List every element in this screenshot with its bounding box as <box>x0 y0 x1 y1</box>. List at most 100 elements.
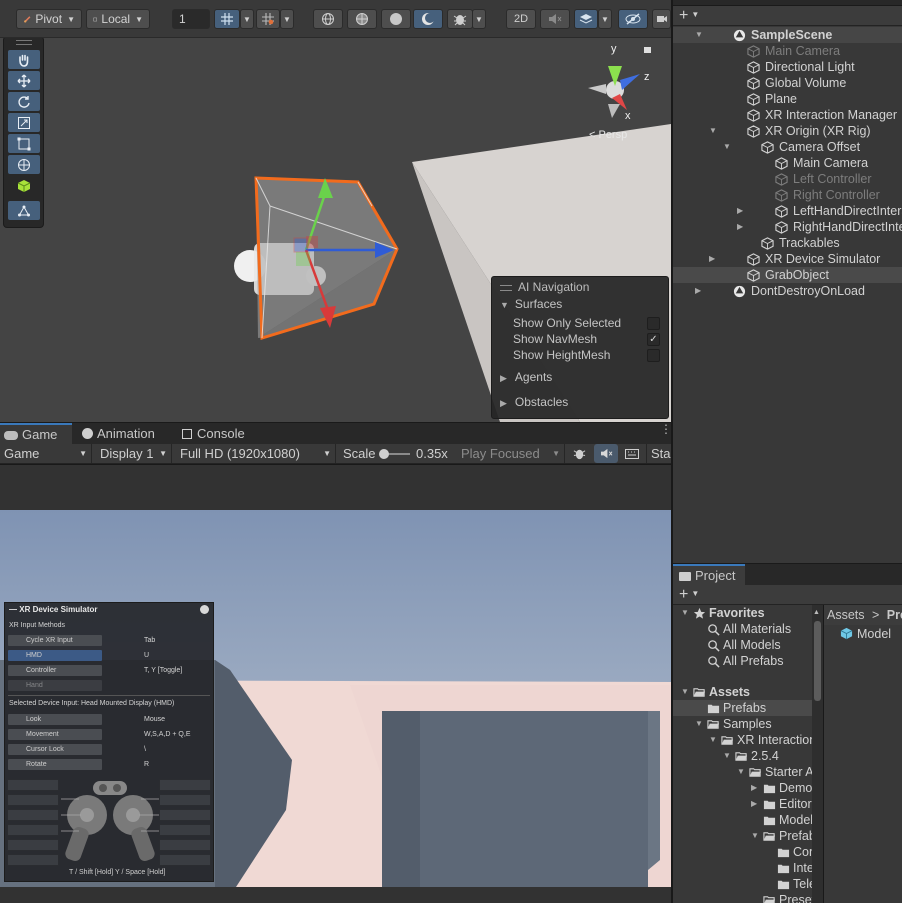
hierarchy-item-main-camera-child[interactable]: Main Camera <box>673 155 902 171</box>
project-tree-scrollbar[interactable]: ▲ <box>812 605 823 903</box>
project-folder-presets[interactable]: Presets <box>673 892 819 903</box>
foldout-collapsed-icon[interactable]: ▶ <box>695 283 701 299</box>
audio-toggle[interactable] <box>540 9 570 29</box>
scale-slider-handle[interactable] <box>379 449 389 459</box>
mode-2d-button[interactable]: 2D <box>506 9 536 29</box>
mute-audio-button[interactable] <box>594 444 618 463</box>
grid-snap-button[interactable] <box>214 9 240 29</box>
hierarchy-item-global-volume[interactable]: Global Volume <box>673 75 902 91</box>
project-folder-prefabs[interactable]: Prefabs <box>673 700 819 716</box>
display-dropdown[interactable]: Display 1 ▼ <box>96 444 172 463</box>
add-object-button[interactable]: + ▼ <box>679 7 699 24</box>
game-view-dropdown[interactable]: Game ▼ <box>0 444 92 463</box>
project-folder-demo-scene-assets[interactable]: ▶DemoSceneAssets <box>673 780 819 796</box>
show-only-selected-option[interactable]: Show Only Selected <box>492 315 668 331</box>
effects-menu[interactable]: ▼ <box>598 9 612 29</box>
hierarchy-panel[interactable]: ▼ SampleScene Main Camera Directional Light… <box>673 26 902 563</box>
foldout-expanded-icon[interactable]: ▼ <box>709 732 717 748</box>
shaded-button[interactable] <box>381 9 411 29</box>
hierarchy-item-main-camera[interactable]: Main Camera <box>673 43 902 59</box>
foldout-expanded-icon[interactable]: ▼ <box>695 27 703 43</box>
hierarchy-item-xr-origin[interactable]: ▼ XR Origin (XR Rig) <box>673 123 902 139</box>
cycle-xr-input-button[interactable]: Cycle XR Input <box>8 635 102 646</box>
project-folder-samples[interactable]: ▼ Samples <box>673 716 819 732</box>
project-folder-tree[interactable]: ▼ Favorites All Materials All Models All Pre… <box>673 605 819 903</box>
project-folder-starter-assets[interactable]: ▼ Starter Assets <box>673 764 819 780</box>
surfaces-foldout[interactable]: ▼ Surfaces <box>492 296 668 312</box>
asset-model[interactable]: Model <box>840 626 891 642</box>
navmesh-tool-button[interactable] <box>8 201 40 220</box>
tab-project[interactable]: Project <box>673 564 745 586</box>
show-heightmesh-checkbox[interactable] <box>647 349 660 362</box>
play-mode-dropdown[interactable]: Play Focused ▼ <box>457 444 565 463</box>
drag-handle[interactable] <box>16 40 32 45</box>
cursor-lock-button[interactable]: Cursor Lock <box>8 744 102 755</box>
more-options-icon[interactable]: ⋮ <box>660 423 672 440</box>
hmd-button[interactable]: HMD <box>8 650 102 661</box>
move-tool-button[interactable] <box>8 71 40 90</box>
favorite-all-prefabs[interactable]: All Prefabs <box>673 653 819 669</box>
lighting-toggle[interactable] <box>413 9 443 29</box>
camera-settings-button[interactable] <box>652 9 671 29</box>
hierarchy-item-xr-interaction-manager[interactable]: XR Interaction Manager <box>673 107 902 123</box>
project-folder-version-2-5-4[interactable]: ▼ 2.5.4 <box>673 748 819 764</box>
favorites-section[interactable]: ▼ Favorites <box>673 605 819 621</box>
tab-game[interactable]: Game <box>0 423 72 445</box>
project-asset-pane[interactable]: Assets > Prefabs Model <box>824 605 902 903</box>
rotate-tool-button[interactable] <box>8 92 40 111</box>
hierarchy-item-trackables[interactable]: Trackables <box>673 235 902 251</box>
gizmos-bug-button[interactable] <box>568 445 590 462</box>
movement-button[interactable]: Movement <box>8 729 102 740</box>
grid-size-field[interactable]: 1 <box>172 9 210 29</box>
obstacles-foldout[interactable]: ▶ Obstacles <box>492 394 668 410</box>
resolution-dropdown[interactable]: Full HD (1920x1080) ▼ <box>176 444 336 463</box>
foldout-expanded-icon[interactable]: ▼ <box>751 828 759 844</box>
favorite-all-materials[interactable]: All Materials <box>673 621 819 637</box>
show-navmesh-checkbox[interactable]: ✓ <box>647 333 660 346</box>
foldout-expanded-icon[interactable]: ▼ <box>681 605 689 621</box>
foldout-collapsed-icon[interactable]: ▶ <box>737 203 743 219</box>
project-folder-assets[interactable]: ▼ Assets <box>673 684 819 700</box>
tab-animation[interactable]: Animation <box>78 423 174 445</box>
breadcrumb-prefabs[interactable]: Prefabs <box>887 608 902 622</box>
hierarchy-item-plane[interactable]: Plane <box>673 91 902 107</box>
tab-console[interactable]: Console <box>178 423 268 445</box>
scrollbar-thumb[interactable] <box>814 621 821 701</box>
look-button[interactable]: Look <box>8 714 102 725</box>
foldout-collapsed-icon[interactable]: ▶ <box>709 251 715 267</box>
project-folder-models[interactable]: Models <box>673 812 819 828</box>
hierarchy-item-grab-object[interactable]: GrabObject <box>673 267 902 283</box>
project-folder-prefabs-sub[interactable]: ▼ Prefabs <box>673 828 819 844</box>
shaded-wireframe-button[interactable] <box>347 9 377 29</box>
effects-toggle[interactable] <box>574 9 598 29</box>
game-view[interactable]: — XR Device Simulator XR Input Methods C… <box>0 510 671 887</box>
scale-tool-button[interactable] <box>8 113 40 132</box>
draw-mode-button[interactable] <box>313 9 343 29</box>
transform-tool-button[interactable] <box>8 155 40 174</box>
hand-tool-button[interactable] <box>8 50 40 69</box>
debug-draw-menu[interactable]: ▼ <box>472 9 486 29</box>
hierarchy-item-dont-destroy-on-load[interactable]: ▶ DontDestroyOnLoad <box>673 283 902 299</box>
scene-view[interactable]: y z x < Persp AI Navigation ▼ Surfaces S… <box>0 38 671 422</box>
foldout-expanded-icon[interactable]: ▼ <box>723 748 731 764</box>
controller-button[interactable]: Controller <box>8 665 102 676</box>
collapse-icon[interactable] <box>200 605 209 614</box>
hierarchy-item-camera-offset[interactable]: ▼ Camera Offset <box>673 139 902 155</box>
project-folder-controllers[interactable]: Controllers <box>673 844 819 860</box>
local-dropdown[interactable]: Local ▼ <box>86 9 150 29</box>
foldout-expanded-icon[interactable]: ▼ <box>737 764 745 780</box>
hierarchy-item-directional-light[interactable]: Directional Light <box>673 59 902 75</box>
debug-draw-button[interactable] <box>447 9 473 29</box>
hierarchy-item-right-hand-direct-interactor[interactable]: ▶ RightHandDirectInteractor <box>673 219 902 235</box>
foldout-collapsed-icon[interactable]: ▶ <box>737 219 743 235</box>
hierarchy-item-scene-root[interactable]: ▼ SampleScene <box>673 27 902 43</box>
hierarchy-item-xr-device-simulator[interactable]: ▶ XR Device Simulator <box>673 251 902 267</box>
project-folder-interactors[interactable]: Interactors <box>673 860 819 876</box>
rotate-button[interactable]: Rotate <box>8 759 102 770</box>
keyboard-shortcuts-button[interactable] <box>620 445 644 462</box>
project-folder-xr-interaction-toolkit[interactable]: ▼ XR Interaction Toolkit <box>673 732 819 748</box>
rect-tool-button[interactable] <box>8 134 40 153</box>
projection-label[interactable]: < Persp <box>589 129 627 141</box>
foldout-collapsed-icon[interactable]: ▶ <box>751 796 757 812</box>
increment-snap-menu[interactable]: ▼ <box>280 9 294 29</box>
